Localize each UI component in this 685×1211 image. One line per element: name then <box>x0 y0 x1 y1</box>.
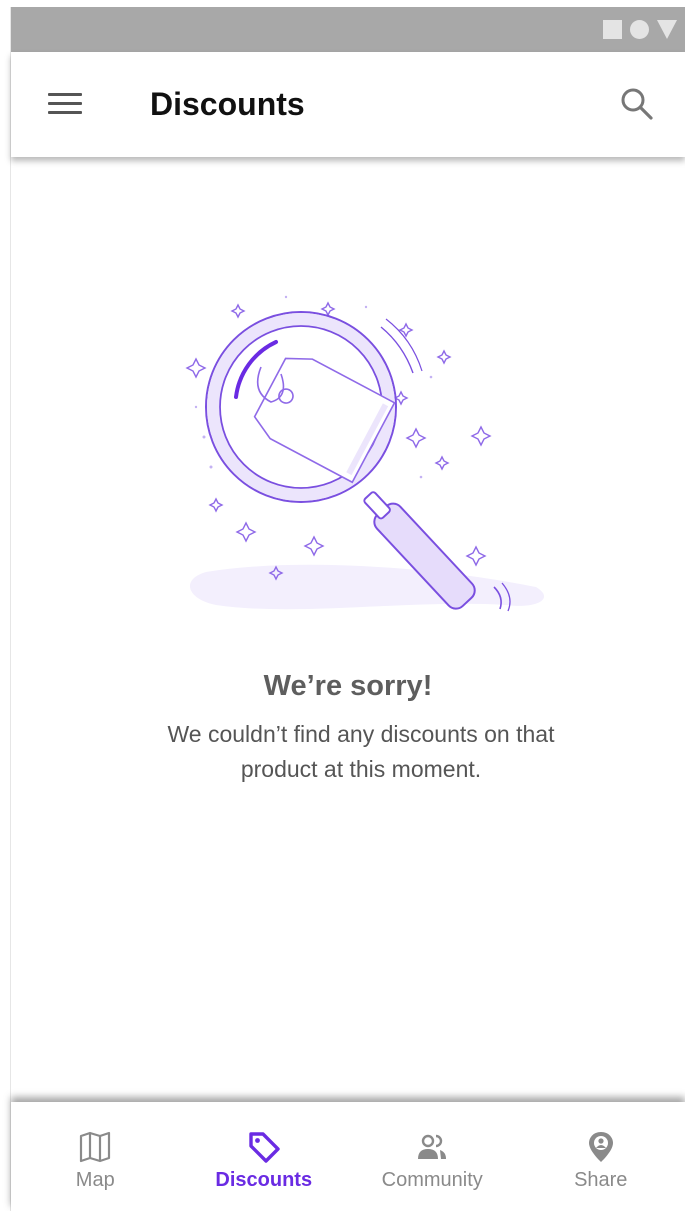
nav-item-community[interactable]: Community <box>348 1102 517 1211</box>
bottom-navigation: Map Discounts Community Share <box>11 1102 685 1211</box>
map-icon <box>80 1131 111 1163</box>
tag-icon <box>249 1132 280 1163</box>
nav-item-share[interactable]: Share <box>517 1102 685 1211</box>
location-pin-icon <box>588 1132 613 1162</box>
status-circle-icon <box>630 20 649 39</box>
hamburger-menu-icon[interactable] <box>48 93 82 117</box>
empty-state-message: We couldn’t find any discounts on that p… <box>167 721 555 782</box>
status-square-icon <box>603 20 622 39</box>
status-bar <box>11 7 685 52</box>
search-icon[interactable] <box>617 84 657 124</box>
nav-label-share: Share <box>574 1169 628 1191</box>
magnifying-glass-tag-illustration <box>185 295 545 612</box>
status-icons <box>603 20 677 39</box>
empty-state-title: We’re sorry! <box>263 670 433 702</box>
phone-screen: Discounts We’re sorry! We couldn’t find … <box>11 7 685 1211</box>
app-bar: Discounts <box>11 52 685 157</box>
people-icon <box>418 1134 447 1159</box>
nav-label-community: Community <box>381 1169 483 1191</box>
page-title: Discounts <box>150 86 305 122</box>
nav-label-map: Map <box>75 1169 115 1191</box>
nav-item-map[interactable]: Map <box>11 1102 180 1211</box>
nav-label-discounts: Discounts <box>215 1169 313 1191</box>
status-triangle-icon <box>657 20 677 39</box>
nav-item-discounts[interactable]: Discounts <box>180 1102 349 1211</box>
